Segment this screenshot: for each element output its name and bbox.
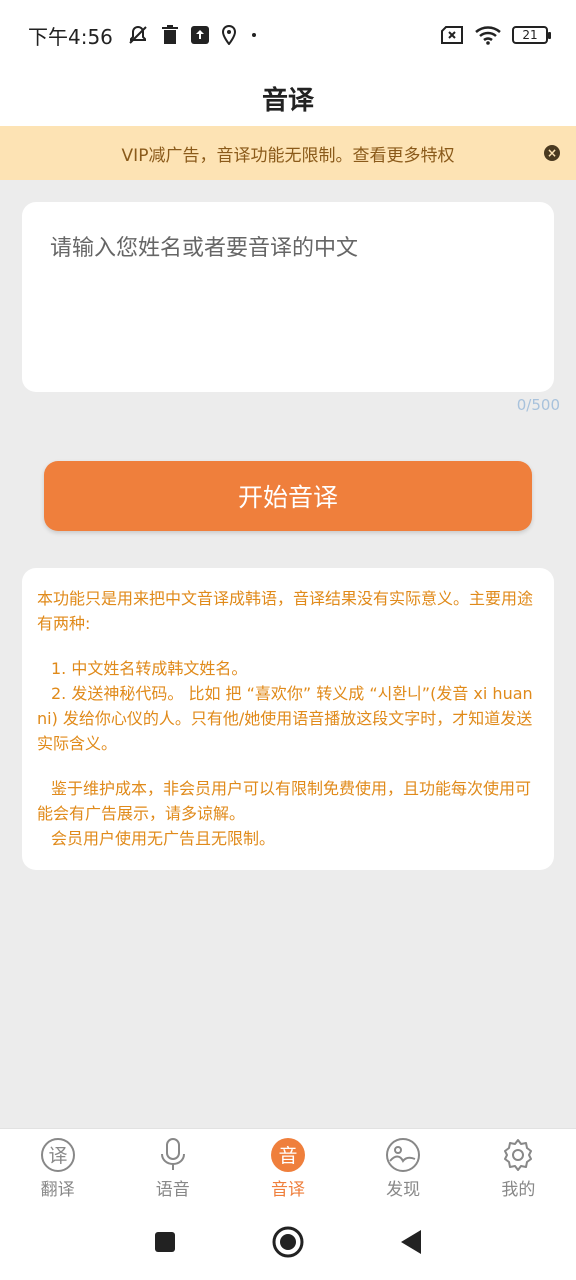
info-item-1: 1. 中文姓名转成韩文姓名。 [51,659,248,678]
system-nav-bar [0,1208,576,1280]
info-card: 本功能只是用来把中文音译成韩语，音译结果没有实际意义。主要用途有两种: 1. 中… [22,568,554,870]
nav-item-voice[interactable]: 语音 [115,1137,230,1200]
recent-apps-button[interactable] [153,1230,177,1258]
page-title: 音译 [261,85,314,116]
status-notification-icons [127,24,259,46]
transliterate-input[interactable] [50,230,526,364]
info-intro: 本功能只是用来把中文音译成韩语，音译结果没有实际意义。主要用途有两种: [37,589,534,633]
info-note: 鉴于维护成本，非会员用户可以有限制免费使用，且功能每次使用可能会有广告展示，请多… [37,776,540,826]
bell-muted-icon [127,24,149,46]
nav-label-discover: 发现 [386,1180,421,1200]
nav-label-translate: 翻译 [40,1180,75,1200]
square-icon [155,1232,175,1252]
translate-icon-glyph: 译 [48,1145,67,1167]
home-circle-icon [272,1226,304,1258]
upload-icon [190,26,209,44]
vip-banner[interactable]: VIP减广告，音译功能无限制。查看更多特权 × [0,126,576,180]
status-left: 下午4:56 [28,21,259,50]
vip-banner-text[interactable]: VIP减广告，音译功能无限制。查看更多特权 [122,141,455,166]
status-time: 下午4:56 [28,24,113,49]
nav-label-transliterate: 音译 [270,1180,305,1200]
nav-label-mine: 我的 [501,1180,536,1200]
nav-label-voice: 语音 [155,1180,190,1200]
status-bar: 下午4:56 21 [0,0,576,70]
battery-indicator: 21 [512,26,551,44]
title-bar: 音译 [0,70,576,126]
dot-icon [249,30,259,40]
transliterate-icon-glyph: 音 [278,1145,297,1167]
nav-item-transliterate[interactable]: 音 音译 [230,1137,345,1200]
transliterate-icon: 音 [270,1137,306,1173]
nav-item-discover[interactable]: 发现 [346,1137,461,1200]
battery-level: 21 [522,28,538,42]
nav-item-mine[interactable]: 我的 [461,1137,576,1200]
settings-gear-icon [500,1137,536,1173]
discover-icon [385,1137,421,1173]
info-item-2-text: 2. 发送神秘代码。 比如 把 “喜欢你” 转义成 “시환니”(发音 xi hu… [37,684,533,753]
home-button[interactable] [272,1226,304,1262]
info-member-note: 会员用户使用无广告且无限制。 [51,829,276,848]
status-right: 21 [440,25,551,45]
start-transliterate-button[interactable]: 开始音译 [44,461,532,531]
location-pin-icon [221,25,237,45]
wifi-icon [474,25,502,45]
sim-off-icon [440,26,464,44]
close-icon[interactable]: × [544,145,560,161]
translate-icon: 译 [40,1137,76,1173]
info-note-text: 鉴于维护成本，非会员用户可以有限制免费使用，且功能每次使用可能会有广告展示，请多… [37,779,532,823]
trash-icon [161,25,179,45]
nav-item-translate[interactable]: 译 翻译 [0,1137,115,1200]
microphone-icon [155,1137,191,1173]
bottom-nav: 译 翻译 语音 音 音译 发现 我的 [0,1128,576,1208]
back-button[interactable] [399,1229,423,1259]
info-item-2: 2. 发送神秘代码。 比如 把 “喜欢你” 转义成 “시환니”(发音 xi hu… [37,681,540,756]
input-card [22,202,554,392]
back-triangle-icon [401,1230,421,1254]
char-counter: 0/500 [516,396,560,414]
